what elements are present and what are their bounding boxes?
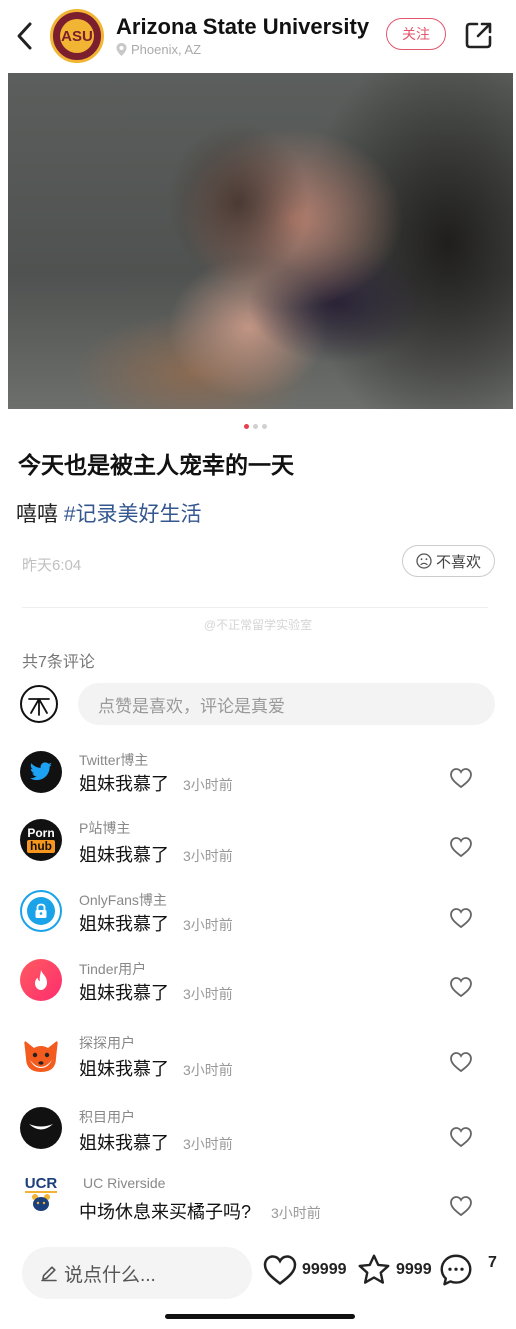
- star-icon: [358, 1254, 390, 1284]
- comment-like-heart-icon[interactable]: [449, 836, 473, 858]
- jimu-avatar[interactable]: [20, 1107, 62, 1149]
- lock-icon: [35, 903, 47, 918]
- location-pin-icon: [116, 43, 127, 56]
- bear-mascot-icon: [32, 1193, 50, 1211]
- comment-body: 姐妹我慕了: [79, 1133, 169, 1153]
- divider: [22, 607, 488, 608]
- sad-face-icon: [416, 553, 432, 569]
- comment-like-heart-icon[interactable]: [449, 976, 473, 998]
- comment-text: 姐妹我慕了 3小时前: [79, 910, 233, 936]
- like-count: 99999: [302, 1261, 347, 1278]
- comment-time: 3小时前: [183, 1062, 233, 1078]
- comment-text: 中场休息来买橘子吗? 3小时前: [79, 1198, 321, 1224]
- comment-button[interactable]: 7: [438, 1252, 497, 1288]
- comment-body: 姐妹我慕了: [79, 914, 169, 934]
- say-something-input[interactable]: 说点什么...: [22, 1247, 252, 1299]
- account-name[interactable]: Arizona State University: [116, 14, 369, 40]
- twitter-bird-icon: [29, 762, 52, 781]
- pager-dot: [262, 424, 267, 429]
- comment-author[interactable]: Tinder用户: [79, 959, 146, 979]
- comment-time: 3小时前: [183, 986, 233, 1002]
- comment-body: 姐妹我慕了: [79, 1059, 169, 1079]
- share-icon[interactable]: [464, 20, 494, 50]
- post-body-text: 嘻嘻: [16, 503, 64, 526]
- comment-time: 3小时前: [183, 848, 233, 864]
- comment-body: 姐妹我慕了: [79, 845, 169, 865]
- comment-author[interactable]: Twitter博主: [79, 750, 148, 770]
- back-arrow-icon[interactable]: [12, 18, 38, 54]
- comment-text: 姐妹我慕了 3小时前: [79, 841, 233, 867]
- asu-logo: ASU: [60, 19, 94, 53]
- comment-author[interactable]: UC Riverside: [83, 1175, 165, 1191]
- post-time: 昨天6:04: [22, 557, 82, 574]
- avatar-text: ASU: [61, 27, 93, 45]
- eye-icon: [29, 1124, 53, 1130]
- pager-dot-active: [244, 424, 249, 429]
- comment-like-heart-icon[interactable]: [449, 1126, 473, 1148]
- dislike-button[interactable]: 不喜欢: [402, 545, 495, 577]
- top-bar: ASU Arizona State University Phoenix, AZ…: [0, 0, 516, 72]
- home-indicator: [165, 1314, 355, 1319]
- twitter-avatar[interactable]: [20, 751, 62, 793]
- comment-like-heart-icon[interactable]: [449, 1051, 473, 1073]
- comment-author[interactable]: OnlyFans博主: [79, 890, 167, 910]
- comment-time: 3小时前: [183, 1136, 233, 1152]
- ucr-logo-text: UCR: [24, 1174, 58, 1193]
- comment-like-heart-icon[interactable]: [449, 907, 473, 929]
- logo-text-bottom: hub: [27, 840, 55, 853]
- comment-text: 姐妹我慕了 3小时前: [79, 770, 233, 796]
- flame-icon: [35, 970, 47, 990]
- comment-like-heart-icon[interactable]: [449, 1195, 473, 1217]
- logo-text-top: Porn: [27, 826, 55, 840]
- onlyfans-avatar[interactable]: [20, 890, 62, 932]
- comment-like-heart-icon[interactable]: [449, 767, 473, 789]
- post-body: 嘻嘻 #记录美好生活: [16, 498, 202, 528]
- like-button[interactable]: 99999: [262, 1253, 347, 1287]
- comment-time: 3小时前: [183, 917, 233, 933]
- comment-count: 共7条评论: [22, 654, 95, 671]
- comment-body: 中场休息来买橘子吗?: [79, 1202, 252, 1222]
- hashtag-link[interactable]: #记录美好生活: [64, 503, 202, 526]
- onlyfans-logo: [27, 897, 55, 925]
- favorite-count: 9999: [396, 1261, 432, 1278]
- comment-body: 姐妹我慕了: [79, 983, 169, 1003]
- ucr-avatar[interactable]: UCR: [20, 1172, 62, 1214]
- comment-count-badge: 7: [488, 1254, 497, 1271]
- location-text: Phoenix, AZ: [131, 42, 202, 57]
- comment-author[interactable]: 积目用户: [79, 1107, 135, 1127]
- tinder-avatar[interactable]: [20, 959, 62, 1001]
- favorite-button[interactable]: 9999: [356, 1252, 432, 1288]
- my-avatar: [20, 685, 58, 723]
- follow-button[interactable]: 关注: [386, 18, 446, 50]
- comment-author[interactable]: 探探用户: [79, 1033, 135, 1053]
- comment-body: 姐妹我慕了: [79, 774, 169, 794]
- heart-icon: [263, 1255, 297, 1286]
- post-image[interactable]: [8, 73, 513, 409]
- pencil-icon: [41, 1266, 57, 1282]
- dislike-label: 不喜欢: [435, 553, 481, 571]
- say-placeholder: 说点什么...: [64, 1264, 156, 1286]
- watermark: @不正常留学实验室: [203, 618, 313, 632]
- chat-bubble-icon: [440, 1254, 472, 1286]
- comment-text: 姐妹我慕了 3小时前: [79, 1055, 233, 1081]
- account-avatar[interactable]: ASU: [50, 9, 104, 63]
- image-pager-dots: [244, 424, 267, 429]
- post-title: 今天也是被主人宠幸的一天: [18, 452, 294, 478]
- comment-text: 姐妹我慕了 3小时前: [79, 1129, 233, 1155]
- tantan-avatar[interactable]: [20, 1034, 62, 1076]
- pager-dot: [253, 424, 258, 429]
- comment-input[interactable]: 点赞是喜欢，评论是真爱: [78, 683, 495, 725]
- fox-icon: [24, 1040, 58, 1072]
- p-site-avatar[interactable]: Porn hub: [20, 819, 62, 861]
- comment-time: 3小时前: [183, 777, 233, 793]
- user-logo-icon: [28, 698, 50, 716]
- comment-author[interactable]: P站博主: [79, 818, 130, 838]
- comment-time: 3小时前: [271, 1205, 321, 1221]
- location: Phoenix, AZ: [116, 42, 201, 57]
- comment-text: 姐妹我慕了 3小时前: [79, 979, 233, 1005]
